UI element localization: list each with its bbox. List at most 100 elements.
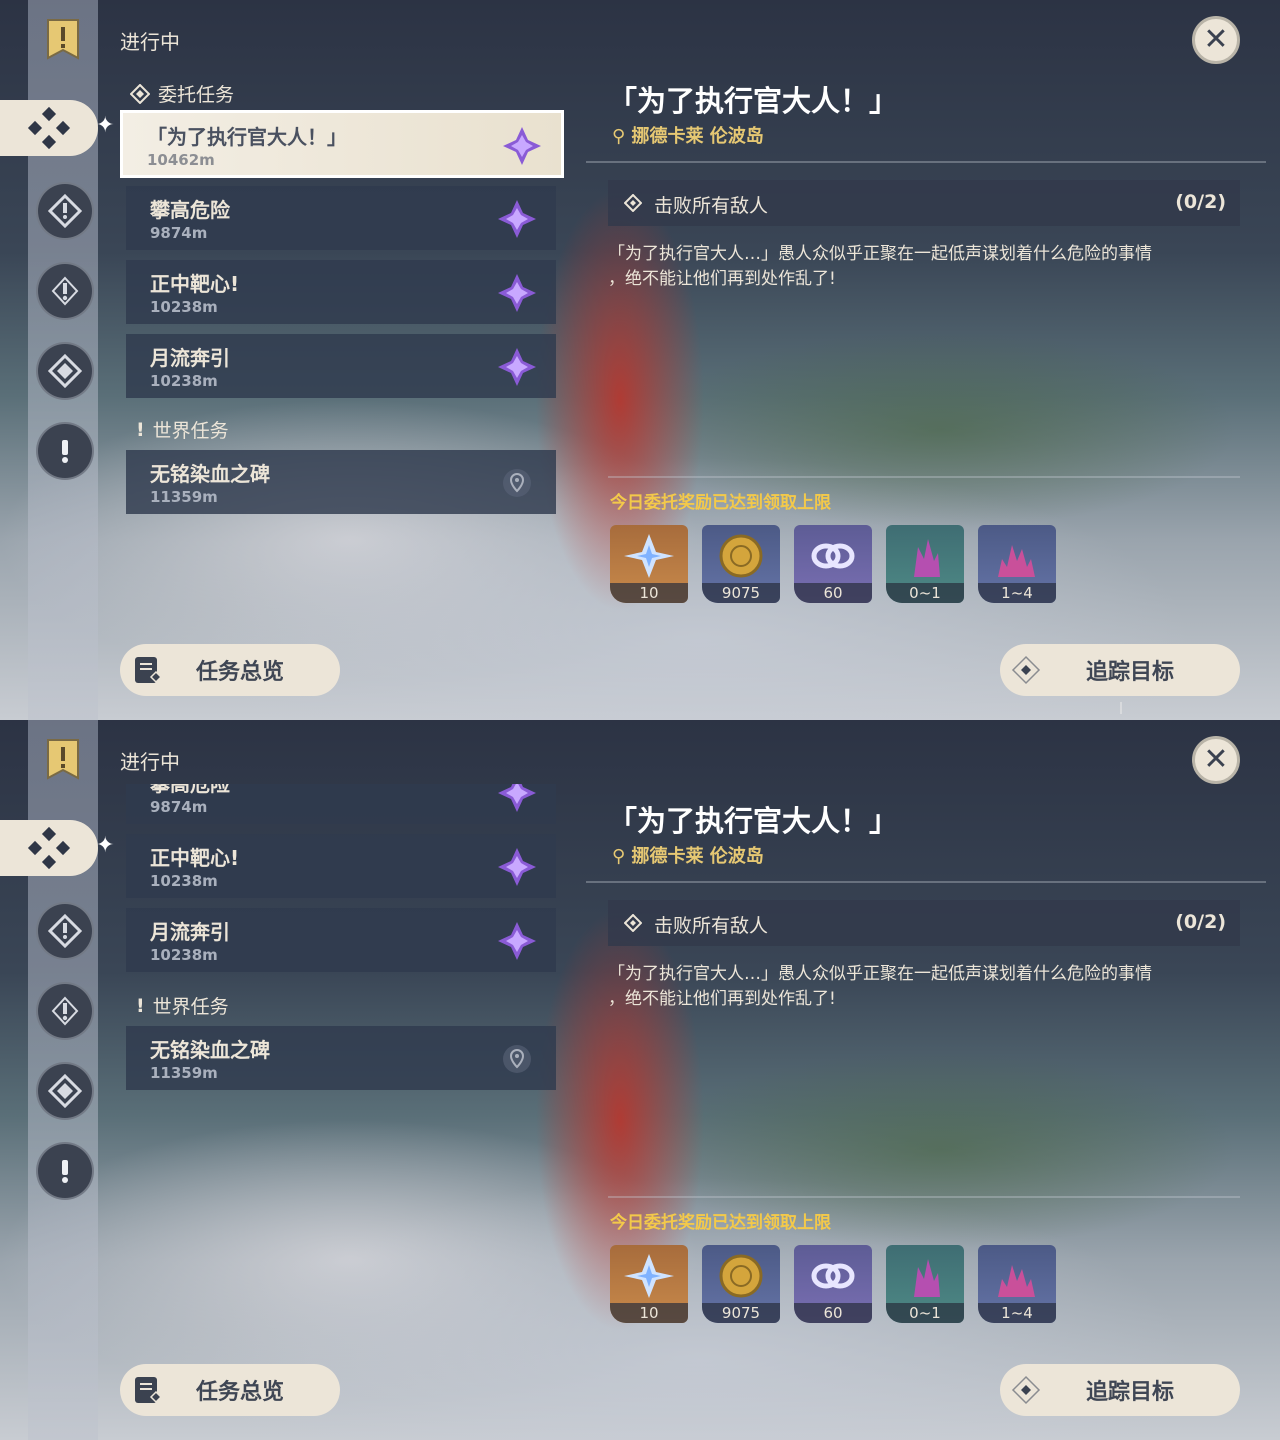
quest-distance: 10462m — [147, 151, 215, 169]
reward-item[interactable]: 9075 — [702, 1245, 780, 1323]
quest-item[interactable]: 正中靶心! 10238m — [126, 260, 556, 324]
world-quest-item[interactable]: 无铭染血之碑 11359m — [126, 1026, 556, 1090]
archon-quest-icon — [48, 914, 82, 948]
close-button[interactable]: ✕ — [1192, 736, 1240, 784]
close-icon: ✕ — [1203, 742, 1229, 777]
reward-item[interactable]: 10 — [610, 525, 688, 603]
quest-name: 正中靶心! — [150, 272, 240, 296]
reward-item[interactable]: 1~4 — [978, 525, 1056, 603]
quest-distance: 11359m — [150, 1064, 218, 1082]
reward-item[interactable]: 10 — [610, 1245, 688, 1323]
reward-item[interactable]: 0~1 — [886, 1245, 964, 1323]
crystal-cluster-icon — [998, 545, 1035, 577]
reward-limit-note: 今日委托奖励已达到领取上限 — [610, 1213, 831, 1233]
location-pin-icon — [503, 469, 531, 497]
commission-star-icon — [503, 127, 541, 165]
quest-screen-top: ✦ 进行中 委托任务 「为了执行官大人！」 10462m 攀高危险 9874m … — [0, 0, 1280, 720]
track-target-button[interactable]: 追踪目标 — [1000, 1364, 1240, 1416]
quest-name: 无铭染血之碑 — [150, 462, 270, 486]
bookmark-banner-icon — [47, 19, 79, 60]
reward-item[interactable]: 9075 — [702, 525, 780, 603]
crystal-cluster-icon — [998, 1265, 1035, 1297]
quest-distance: 11359m — [150, 488, 218, 506]
sidebar-tab-archon[interactable] — [36, 902, 94, 960]
description-line: ，绝不能让他们再到处作乱了! — [608, 269, 836, 289]
objective-diamond-icon — [624, 914, 642, 932]
sidebar-tab-commission[interactable] — [0, 820, 98, 876]
reward-amount: 1~4 — [978, 583, 1056, 603]
quest-detail-title: 「为了执行官大人！」 — [608, 804, 899, 838]
location-pin-icon: ⚲ — [612, 846, 626, 867]
quest-item[interactable]: 正中靶心! 10238m — [126, 834, 556, 898]
event-quest-icon — [48, 1074, 82, 1108]
quest-screen-bottom: ✦ 进行中 攀高危险 9874m 正中靶心! 10238m 月流奔引 10238… — [0, 720, 1280, 1440]
sidebar-tab-event[interactable] — [36, 342, 94, 400]
quest-item-selected[interactable]: 「为了执行官大人！」 10462m — [120, 110, 564, 178]
quest-location: ⚲ 挪德卡莱 伦波岛 — [612, 122, 764, 148]
quest-name: 月流奔引 — [150, 920, 230, 944]
reward-limit-note: 今日委托奖励已达到领取上限 — [610, 493, 831, 513]
story-quest-icon — [51, 276, 79, 306]
location-pin-icon: ⚲ — [612, 126, 626, 147]
title-divider — [586, 881, 1266, 883]
active-tab-sparkle-icon: ✦ — [96, 113, 115, 138]
sidebar-tab-event[interactable] — [36, 1062, 94, 1120]
quest-overview-button[interactable]: 任务总览 — [120, 1364, 340, 1416]
quest-detail-title: 「为了执行官大人！」 — [608, 84, 899, 118]
reward-divider — [608, 476, 1240, 478]
description-line: 「为了执行官大人…」愚人众似乎正聚在一起低声谋划着什么危险的事情 — [608, 964, 1152, 984]
primogem-icon — [624, 534, 674, 578]
sidebar-tab-world[interactable] — [36, 1142, 94, 1200]
mora-coin-icon — [719, 1254, 763, 1298]
quest-overview-label: 任务总览 — [196, 1380, 285, 1405]
active-tab-sparkle-icon: ✦ — [96, 833, 115, 858]
track-target-label: 追踪目标 — [1086, 1380, 1175, 1405]
world-section-icon: ! — [136, 994, 145, 1017]
quest-distance: 10238m — [150, 946, 218, 964]
commission-star-icon — [498, 200, 536, 238]
world-quest-item[interactable]: 无铭染血之碑 11359m — [126, 450, 556, 514]
reward-amount: 60 — [794, 583, 872, 603]
commission-star-icon — [498, 348, 536, 386]
crystal-small-icon — [914, 1259, 940, 1297]
sidebar-tab-story[interactable] — [36, 982, 94, 1040]
objective-bar: 击败所有敌人 (0/2) — [608, 180, 1240, 226]
quest-item[interactable]: 月流奔引 10238m — [126, 334, 556, 398]
close-icon: ✕ — [1203, 22, 1229, 57]
track-target-button[interactable]: 追踪目标 — [1000, 644, 1240, 696]
quest-item[interactable]: 攀高危险 9874m — [126, 784, 556, 824]
scroll-indicator — [1120, 702, 1122, 714]
quest-location: ⚲ 挪德卡莱 伦波岛 — [612, 842, 764, 868]
quest-overview-button[interactable]: 任务总览 — [120, 644, 340, 696]
quest-book-icon — [135, 1377, 163, 1404]
quest-distance: 10238m — [150, 298, 218, 316]
quest-list: 「为了执行官大人！」 10462m 攀高危险 9874m 正中靶心! 10238… — [116, 110, 568, 530]
objective-text: 击败所有敌人 — [654, 195, 769, 217]
quest-distance: 10238m — [150, 872, 218, 890]
reward-amount: 9075 — [702, 583, 780, 603]
quest-item[interactable]: 攀高危险 9874m — [126, 186, 556, 250]
world-quest-icon — [62, 1160, 68, 1183]
reward-item[interactable]: 1~4 — [978, 1245, 1056, 1323]
sidebar-tab-story[interactable] — [36, 262, 94, 320]
reward-amount: 0~1 — [886, 583, 964, 603]
world-quest-icon — [62, 440, 68, 463]
quest-item[interactable]: 月流奔引 10238m — [126, 908, 556, 972]
page-title: 进行中 — [120, 750, 180, 774]
section-world: ! 世界任务 — [136, 992, 229, 1019]
sidebar-tab-archon[interactable] — [36, 182, 94, 240]
quest-name: 正中靶心! — [150, 846, 240, 870]
quest-book-icon — [135, 657, 163, 684]
sidebar-tab-commission[interactable] — [0, 100, 98, 156]
bookmark-banner-icon — [47, 739, 79, 780]
quest-distance: 9874m — [150, 798, 208, 816]
commission-tab-icon — [27, 106, 71, 150]
sidebar-tab-world[interactable] — [36, 422, 94, 480]
reward-amount: 10 — [610, 1303, 688, 1323]
close-button[interactable]: ✕ — [1192, 16, 1240, 64]
reward-item[interactable]: 60 — [794, 1245, 872, 1323]
objective-diamond-icon — [624, 194, 642, 212]
primogem-icon — [624, 1254, 674, 1298]
reward-item[interactable]: 60 — [794, 525, 872, 603]
reward-item[interactable]: 0~1 — [886, 525, 964, 603]
